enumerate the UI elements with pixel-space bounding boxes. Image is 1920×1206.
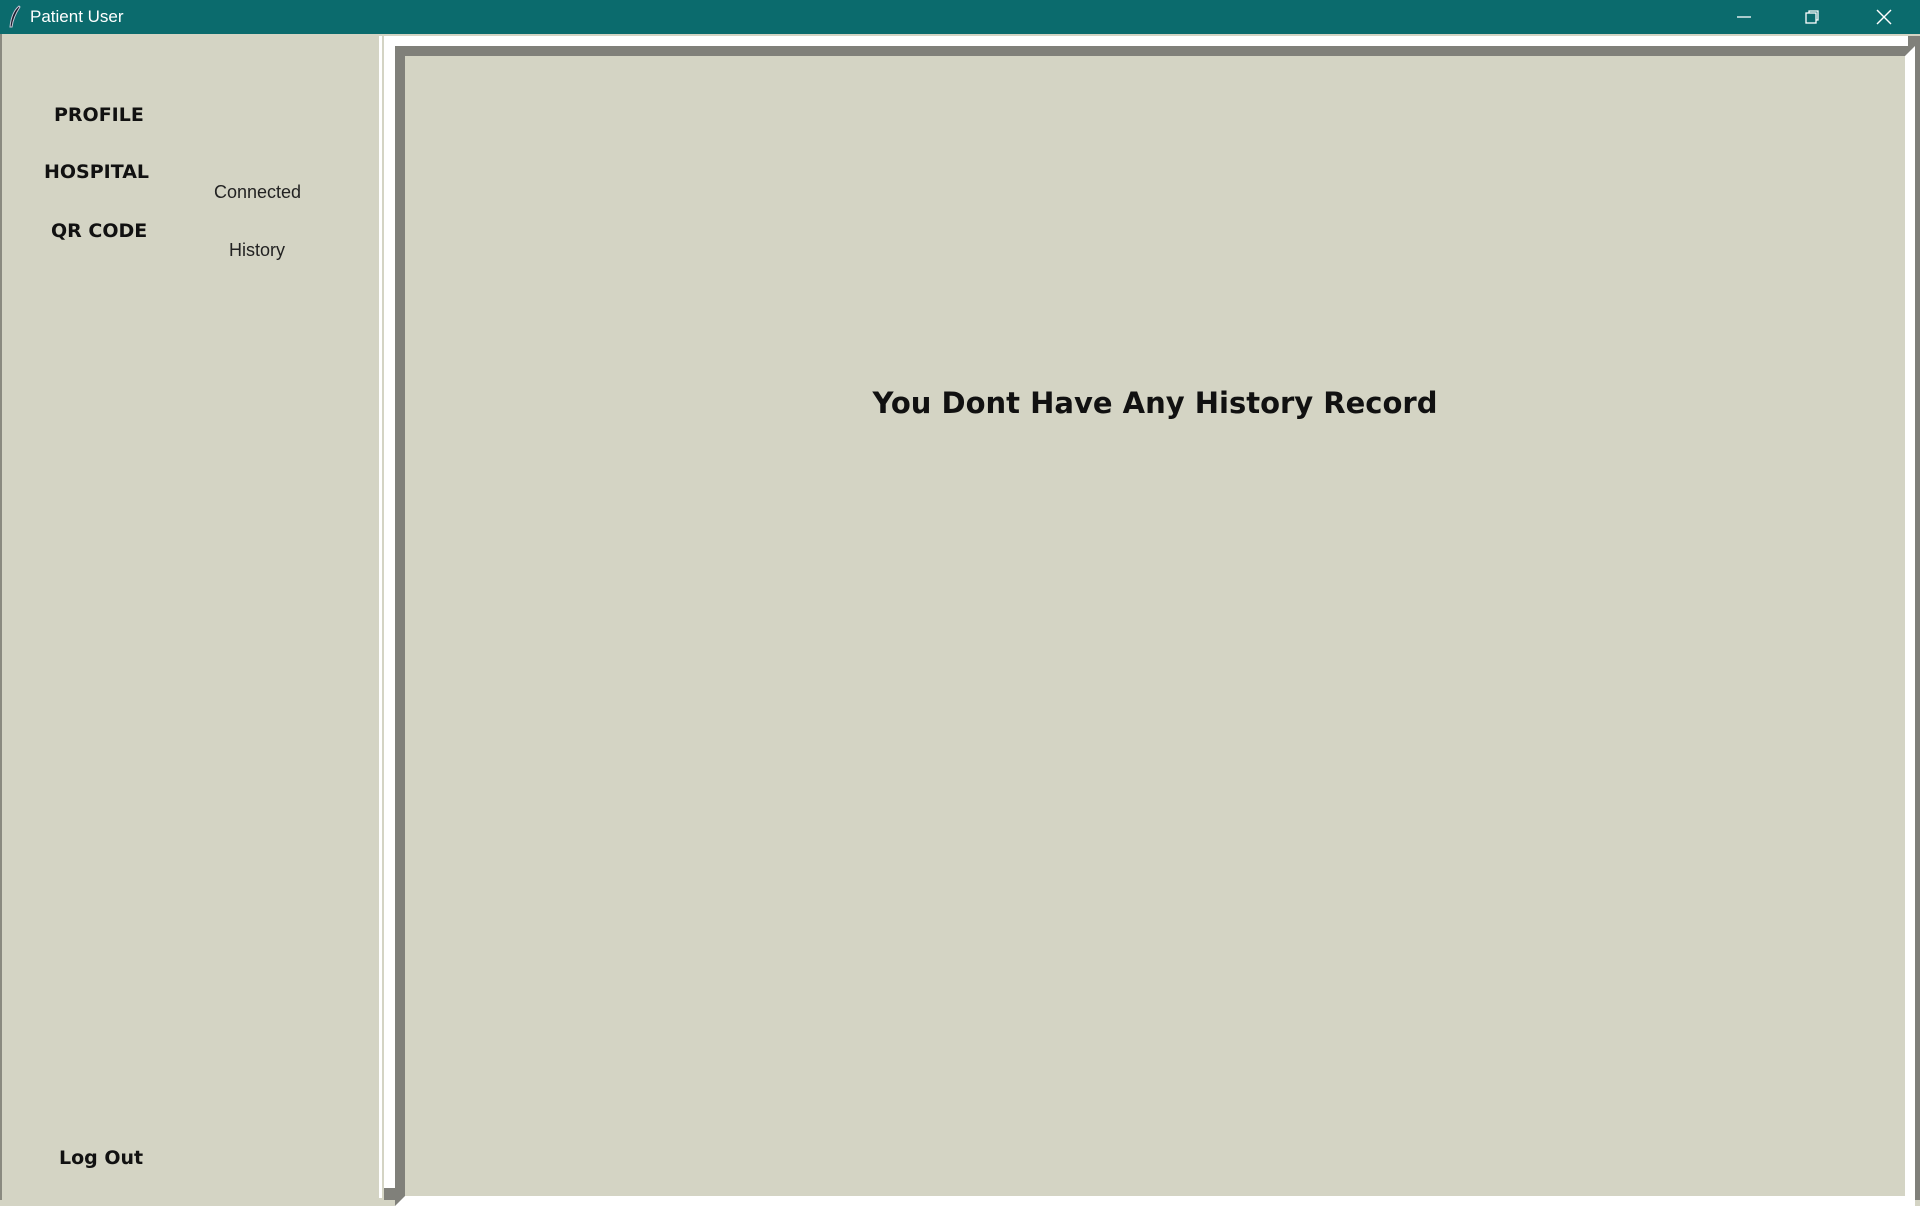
minimize-icon (1737, 16, 1751, 18)
feather-icon (9, 5, 21, 28)
history-panel: You Dont Have Any History Record (395, 46, 1915, 1206)
empty-history-message: You Dont Have Any History Record (872, 386, 1438, 420)
title-bar: Patient User (0, 0, 1920, 34)
close-button[interactable] (1850, 0, 1918, 34)
restore-icon (1805, 10, 1819, 24)
close-icon (1876, 9, 1892, 25)
sidebar: PROFILE HOSPITAL Connected QR CODE Histo… (2, 36, 382, 1198)
qr-code-button[interactable]: QR CODE (51, 220, 147, 242)
connected-button[interactable]: Connected (214, 182, 301, 203)
minimize-button[interactable] (1710, 0, 1778, 34)
window-title: Patient User (30, 7, 124, 26)
hospital-button[interactable]: HOSPITAL (44, 161, 149, 183)
profile-button[interactable]: PROFILE (54, 104, 144, 126)
restore-button[interactable] (1778, 0, 1846, 34)
history-button[interactable]: History (229, 240, 285, 261)
logout-button[interactable]: Log Out (59, 1147, 143, 1169)
